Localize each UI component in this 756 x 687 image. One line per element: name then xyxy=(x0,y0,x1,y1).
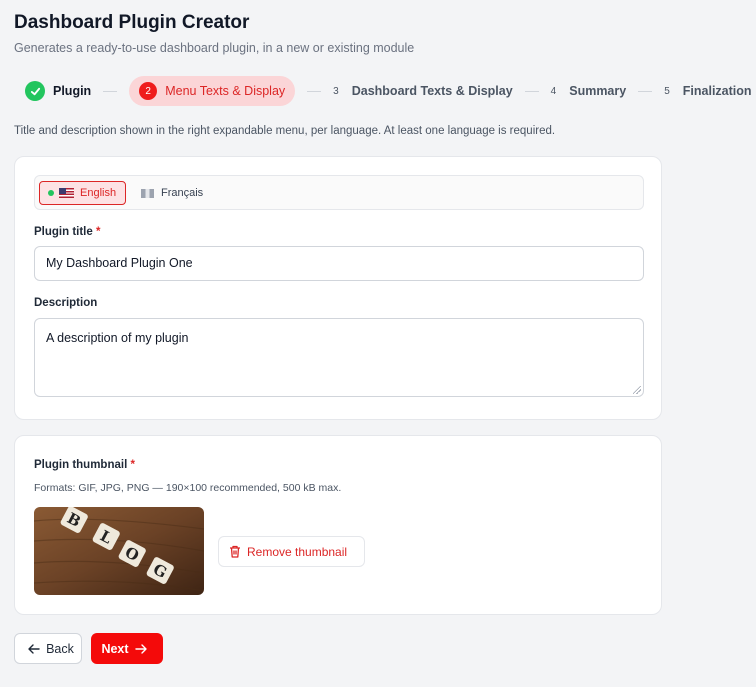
step-separator xyxy=(307,90,322,92)
page-title: Dashboard Plugin Creator xyxy=(14,12,250,33)
next-label: Next xyxy=(101,641,129,656)
resize-handle-icon[interactable] xyxy=(633,386,641,394)
step-number: 3 xyxy=(333,85,339,97)
plugin-title-input[interactable]: My Dashboard Plugin One xyxy=(34,246,644,281)
arrow-left-icon xyxy=(28,643,40,654)
us-flag-icon xyxy=(59,188,74,198)
thumbnail-card: Plugin thumbnail * Formats: GIF, JPG, PN… xyxy=(14,435,662,615)
language-tabs: English Français xyxy=(34,175,644,210)
step-separator xyxy=(103,90,118,92)
remove-thumbnail-button[interactable]: Remove thumbnail xyxy=(218,536,365,567)
required-mark: * xyxy=(130,459,135,471)
step-number: 5 xyxy=(664,85,670,97)
back-button[interactable]: Back xyxy=(14,633,82,664)
step-label: Plugin xyxy=(53,84,92,98)
required-mark: * xyxy=(95,226,101,238)
description-label: Description xyxy=(34,297,98,309)
menu-texts-card: English Français Plugin title * My Dashb… xyxy=(14,156,662,420)
tab-label: English xyxy=(80,187,117,199)
tab-english[interactable]: English xyxy=(39,181,126,205)
step-number: 4 xyxy=(550,85,557,97)
thumbnail-image: B L O G xyxy=(34,507,204,595)
thumbnail-label-text: Plugin thumbnail xyxy=(34,459,128,471)
step-summary[interactable]: 4 Summary xyxy=(551,76,627,106)
back-label: Back xyxy=(46,641,74,656)
step-number: 2 xyxy=(139,82,158,100)
description-textarea[interactable]: A description of my plugin xyxy=(34,318,644,397)
check-icon xyxy=(25,81,45,101)
tab-label: Français xyxy=(161,187,204,199)
step-label: Summary xyxy=(569,84,627,98)
plugin-title-label: Plugin title * xyxy=(34,226,100,238)
page-subtitle: Generates a ready-to-use dashboard plugi… xyxy=(14,41,415,55)
remove-thumbnail-label: Remove thumbnail xyxy=(247,544,348,559)
step-label: Menu Texts & Display xyxy=(165,84,286,98)
arrow-right-icon xyxy=(134,643,147,654)
step-separator xyxy=(524,90,539,92)
stepper: Plugin 2 Menu Texts & Display 3 Dashboar… xyxy=(14,76,752,106)
plugin-title-label-text: Plugin title xyxy=(34,226,93,238)
thumbnail-label: Plugin thumbnail * xyxy=(34,459,135,471)
filled-status-dot-icon xyxy=(48,190,54,196)
step-finalization[interactable]: 5 Finalization xyxy=(664,76,751,106)
thumbnail-formats-hint: Formats: GIF, JPG, PNG — 190×100 recomme… xyxy=(34,482,342,494)
step-plugin[interactable]: Plugin xyxy=(14,76,91,106)
step-menu-texts[interactable]: 2 Menu Texts & Display xyxy=(129,76,296,106)
step-label: Dashboard Texts & Display xyxy=(351,84,513,98)
step-separator xyxy=(638,90,653,92)
next-button[interactable]: Next xyxy=(91,633,163,664)
fr-flag-icon xyxy=(141,188,154,198)
description-value: A description of my plugin xyxy=(46,331,189,345)
step-dashboard-texts[interactable]: 3 Dashboard Texts & Display xyxy=(333,76,513,106)
trash-icon xyxy=(230,545,240,558)
step-label: Finalization xyxy=(682,84,752,98)
menu-texts-hint: Title and description shown in the right… xyxy=(14,125,556,137)
tab-french[interactable]: Français xyxy=(133,181,211,205)
